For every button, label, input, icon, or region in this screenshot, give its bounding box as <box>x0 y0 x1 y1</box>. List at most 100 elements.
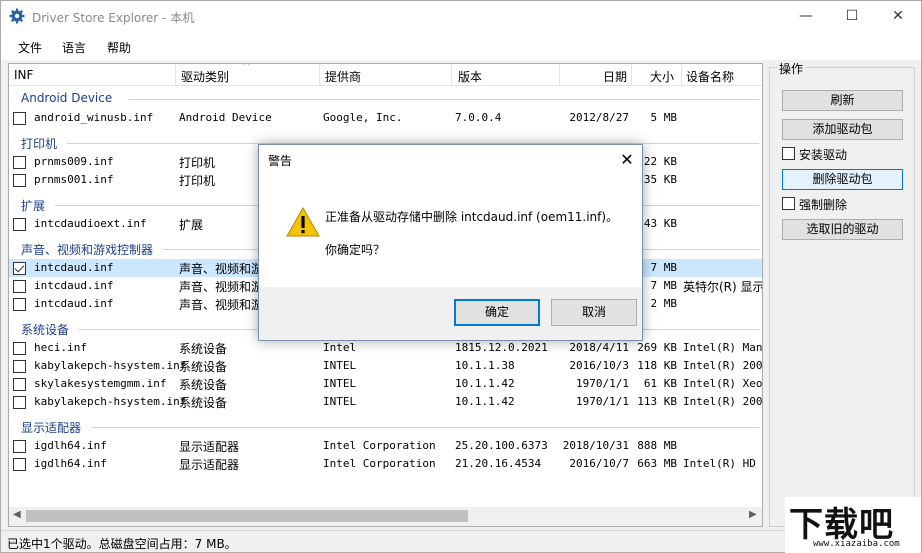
cell-version: 10.1.1.42 <box>455 377 515 390</box>
cell-device: 英特尔(R) 显示 <box>683 280 763 294</box>
cell-category: 系统设备 <box>179 360 228 374</box>
cell-size: 7 MB <box>650 261 678 274</box>
cell-category: 打印机 <box>179 156 216 170</box>
col-inf[interactable]: INF <box>14 68 33 82</box>
force-delete-label: 强制删除 <box>799 198 848 212</box>
col-size[interactable]: 大小 <box>650 68 674 85</box>
row-checkbox[interactable] <box>13 280 26 293</box>
cell-inf: igdlh64.inf <box>34 457 107 470</box>
row-checkbox[interactable] <box>13 262 26 275</box>
menu-file[interactable]: 文件 <box>18 39 42 56</box>
actions-legend: 操作 <box>777 60 806 77</box>
col-category[interactable]: 驱动类别 <box>181 68 229 85</box>
cell-date: 2016/10/7 <box>569 457 629 470</box>
row-checkbox[interactable] <box>13 112 26 125</box>
cancel-button[interactable]: 取消 <box>551 299 637 326</box>
cell-category: 系统设备 <box>179 396 228 410</box>
cell-size: 888 MB <box>637 439 677 452</box>
cell-size: 5 MB <box>650 111 678 124</box>
row-checkbox[interactable] <box>13 378 26 391</box>
checkbox-box[interactable] <box>782 197 795 210</box>
row-checkbox[interactable] <box>13 440 26 453</box>
table-row[interactable]: heci.inf 系统设备 Intel 1815.12.0.2021 2018/4/11… <box>9 339 763 357</box>
watermark-logo: 下载吧 www.xiazaiba.com <box>785 497 921 553</box>
close-button[interactable]: ✕ <box>875 1 921 32</box>
window-title: Driver Store Explorer - 本机 <box>32 11 195 25</box>
cell-device: Intel(R) 200 <box>683 359 763 372</box>
row-checkbox[interactable] <box>13 360 26 373</box>
ok-button[interactable]: 确定 <box>454 299 540 326</box>
cell-category: 声音、视频和游 <box>179 298 264 312</box>
table-row[interactable]: igdlh64.inf 显示适配器 Intel Corporation 25.20.1… <box>9 437 762 455</box>
cell-size: 61 KB <box>643 377 677 390</box>
cell-category: 显示适配器 <box>179 440 240 454</box>
warning-dialog: 警告 ✕ 正准备从驱动存储中删除 intcdaud.inf (oem11.inf… <box>258 144 643 341</box>
cell-version: 1815.12.0.2021 <box>455 341 548 354</box>
table-row[interactable]: android_winusb.inf Android Device Google, … <box>9 109 762 127</box>
row-checkbox[interactable] <box>13 458 26 471</box>
group-header: 打印机 <box>21 137 58 151</box>
row-checkbox[interactable] <box>13 218 26 231</box>
checkbox-box[interactable] <box>782 147 795 160</box>
table-row[interactable]: kabylakepch-hsystem.inf 系统设备 INTEL 10.1.1.4… <box>9 393 762 411</box>
cell-date: 2012/8/27 <box>569 111 629 124</box>
cell-size: 7 MB <box>650 279 678 292</box>
row-checkbox[interactable] <box>13 156 26 169</box>
maximize-button[interactable]: ☐ <box>829 1 875 32</box>
cell-version: 21.20.16.4534 <box>455 457 542 470</box>
refresh-button[interactable]: 刷新 <box>782 90 903 111</box>
row-checkbox[interactable] <box>13 342 26 355</box>
watermark-url: www.xiazaiba.com <box>813 539 900 549</box>
cell-category: 系统设备 <box>179 378 228 392</box>
cell-size: 43 KB <box>643 217 677 230</box>
cell-inf: intcdaudioext.inf <box>34 217 147 230</box>
cell-size: 663 MB <box>637 457 677 470</box>
row-checkbox[interactable] <box>13 298 26 311</box>
cell-provider: INTEL <box>323 377 357 390</box>
status-bar: 已选中1个驱动。总磁盘空间占用：7 MB。 <box>1 530 921 552</box>
scrollbar-thumb[interactable] <box>26 510 468 522</box>
minimize-button[interactable]: — <box>783 1 829 32</box>
group-divider <box>91 427 759 428</box>
cell-inf: skylakesystemgmm.inf <box>34 377 167 390</box>
menu-empty-field <box>557 35 917 57</box>
col-date[interactable]: 日期 <box>603 68 627 85</box>
delete-driver-button[interactable]: 删除驱动包 <box>782 169 903 190</box>
cell-inf: kabylakepch-hsystem.inf <box>34 359 187 372</box>
title-bar: Driver Store Explorer - 本机 — ☐ ✕ <box>1 1 921 32</box>
group-header: Android Device <box>21 91 113 105</box>
cell-date: 2018/4/11 <box>569 341 629 354</box>
cell-category: 扩展 <box>179 218 204 232</box>
select-old-drivers-button[interactable]: 选取旧的驱动 <box>782 219 903 240</box>
cell-version: 7.0.0.4 <box>455 111 502 124</box>
menu-language[interactable]: 语言 <box>62 39 86 56</box>
group-header: 系统设备 <box>21 323 70 337</box>
col-provider[interactable]: 提供商 <box>325 68 361 85</box>
cell-version: 25.20.100.6373 <box>455 439 548 452</box>
col-device[interactable]: 设备名称 <box>686 68 734 85</box>
row-checkbox[interactable] <box>13 174 26 187</box>
table-row[interactable]: skylakesystemgmm.inf 系统设备 INTEL 10.1.1.42 19… <box>9 375 762 393</box>
table-row[interactable]: igdlh64.inf 显示适配器 Intel Corporation 21.20.1… <box>9 455 762 473</box>
cell-inf: heci.inf <box>34 341 87 354</box>
dialog-title: 警告 <box>268 154 293 168</box>
cell-inf: android_winusb.inf <box>34 111 154 124</box>
cell-provider: Google, Inc. <box>323 111 403 124</box>
sort-up-icon: ^ <box>242 63 251 72</box>
col-version[interactable]: 版本 <box>458 68 482 85</box>
cell-inf: intcdaud.inf <box>34 261 114 274</box>
cell-category: 声音、视频和游 <box>179 280 264 294</box>
cell-date: 2016/10/3 <box>569 359 629 372</box>
scroll-left-icon[interactable]: ◀ <box>13 509 21 520</box>
cell-inf: igdlh64.inf <box>34 439 107 452</box>
table-row[interactable]: kabylakepch-hsystem.inf 系统设备 INTEL 10.1.1.3… <box>9 357 763 375</box>
dialog-close-icon[interactable]: ✕ <box>612 145 642 175</box>
horizontal-scrollbar[interactable]: ◀ ▶ <box>9 507 762 526</box>
menu-help[interactable]: 帮助 <box>107 39 131 56</box>
scroll-right-icon[interactable]: ▶ <box>749 509 757 520</box>
add-driver-button[interactable]: 添加驱动包 <box>782 119 903 140</box>
cell-provider: INTEL <box>323 395 357 408</box>
cell-device: Intel(R) Mana <box>683 341 763 354</box>
row-checkbox[interactable] <box>13 396 26 409</box>
cell-date: 2018/10/31 <box>562 439 629 452</box>
